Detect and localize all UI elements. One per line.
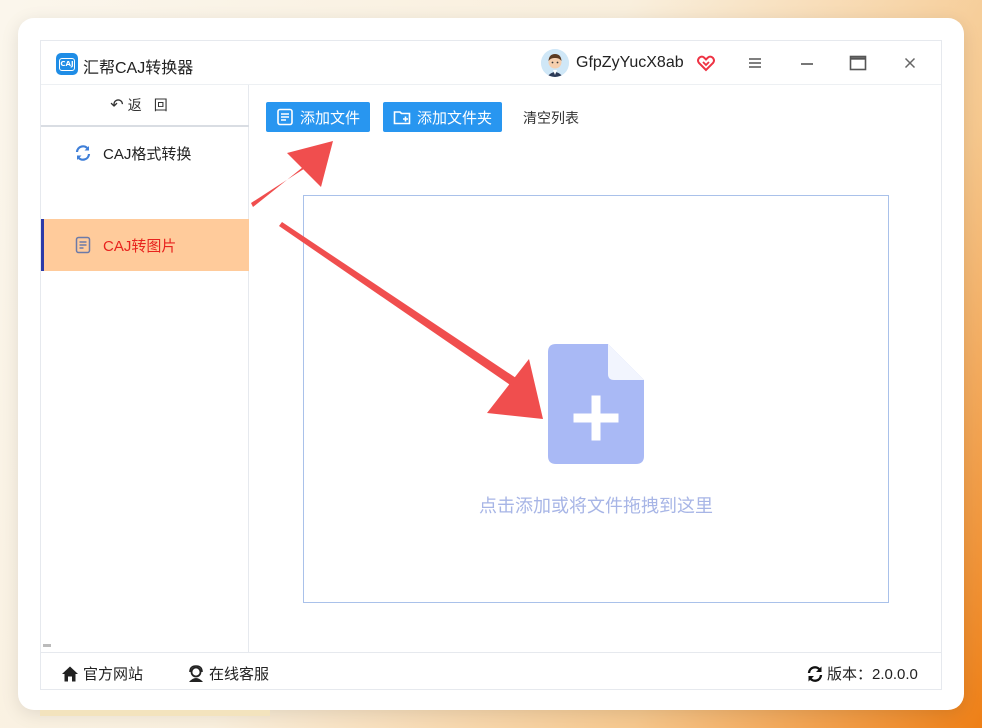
menu-icon[interactable] (743, 51, 767, 75)
app-logo-icon: CAJ (56, 53, 78, 75)
maximize-icon[interactable] (846, 51, 870, 75)
refresh-icon (73, 143, 93, 163)
clear-list-button[interactable]: 清空列表 (523, 108, 579, 128)
online-support-label: 在线客服 (209, 666, 270, 683)
add-folder-button[interactable]: 添加文件夹 (383, 102, 503, 132)
customer-service-icon (187, 664, 205, 683)
app-window: CAJ 汇帮CAJ转换器 GfpZyYucX8ab ↶ 返回 CAJ格式转换 C… (18, 18, 964, 710)
scrollbar[interactable] (43, 644, 51, 647)
sidebar: ↶ 返回 CAJ格式转换 CAJ转图片 (41, 85, 249, 652)
back-arrow-icon: ↶ (110, 97, 124, 114)
document-icon (73, 235, 93, 255)
add-folder-label: 添加文件夹 (417, 109, 493, 127)
title-bar: CAJ 汇帮CAJ转换器 GfpZyYucX8ab (41, 41, 941, 85)
app-logo-text: CAJ (59, 57, 75, 71)
sidebar-item-label: CAJ格式转换 (103, 145, 192, 163)
add-file-button[interactable]: 添加文件 (266, 102, 371, 132)
background-bar (40, 710, 270, 716)
sidebar-item-caj-format-convert[interactable]: CAJ格式转换 (41, 127, 249, 179)
file-drop-zone[interactable]: 点击添加或将文件拖拽到这里 (303, 195, 889, 603)
minimize-icon[interactable] (795, 51, 819, 75)
sidebar-item-label: CAJ转图片 (103, 237, 177, 255)
back-button-label: 返回 (127, 97, 180, 113)
avatar[interactable] (541, 49, 569, 77)
app-title: 汇帮CAJ转换器 (83, 60, 194, 77)
official-website-label: 官方网站 (83, 666, 144, 683)
drop-hint-text: 点击添加或将文件拖拽到这里 (479, 496, 713, 516)
vip-heart-icon[interactable] (696, 53, 716, 73)
footer: 官方网站 在线客服 版本：2.0.0.0 (41, 652, 941, 690)
file-list-icon (276, 108, 294, 126)
version-info[interactable]: 版本：2.0.0.0 (806, 663, 918, 684)
username[interactable]: GfpZyYucX8ab (576, 54, 684, 72)
official-website-link[interactable]: 官方网站 (61, 663, 143, 684)
home-icon (61, 665, 79, 683)
refresh-icon (806, 665, 824, 683)
back-button[interactable]: ↶ 返回 (41, 85, 249, 127)
close-icon[interactable] (898, 51, 922, 75)
add-document-icon[interactable] (548, 344, 644, 464)
sidebar-item-caj-to-image[interactable]: CAJ转图片 (41, 219, 249, 271)
add-file-label: 添加文件 (300, 109, 361, 127)
app-frame: CAJ 汇帮CAJ转换器 GfpZyYucX8ab ↶ 返回 CAJ格式转换 C… (40, 40, 942, 690)
version-label: 版本：2.0.0.0 (827, 666, 918, 683)
online-support-link[interactable]: 在线客服 (187, 663, 269, 684)
folder-add-icon (393, 108, 411, 126)
